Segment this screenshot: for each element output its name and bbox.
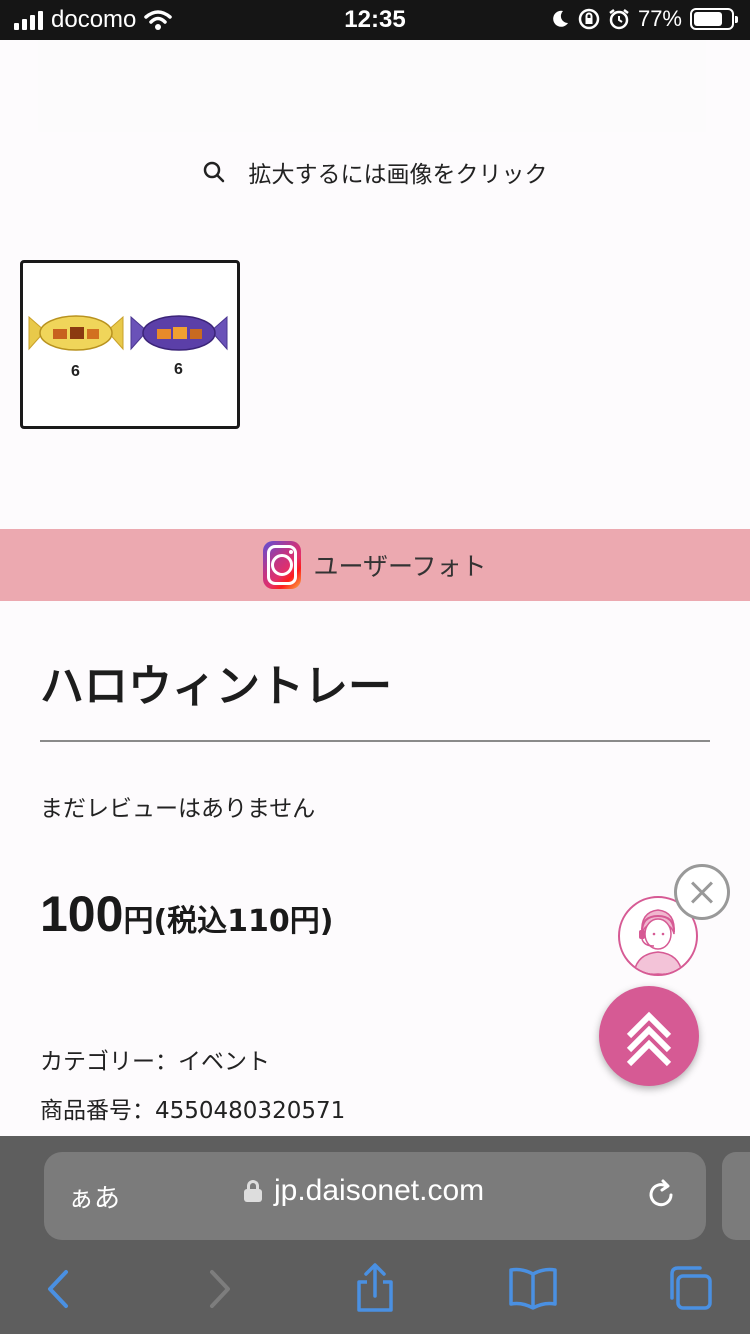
url-text: jp.daisonet.com xyxy=(274,1174,485,1207)
next-tab-preview[interactable] xyxy=(722,1152,750,1240)
page-settings-button[interactable]: ぁあ xyxy=(68,1178,120,1215)
zoom-hint-label: 拡大するには画像をクリック xyxy=(248,162,548,188)
scroll-to-top-button[interactable] xyxy=(599,986,699,1086)
battery-percent: 77% xyxy=(637,6,682,31)
share-icon[interactable] xyxy=(354,1262,396,1314)
title-divider xyxy=(40,740,710,742)
battery-icon xyxy=(690,8,738,30)
browser-bottom-bar: ぁあ jp.daisonet.com xyxy=(0,1136,750,1334)
moon-icon xyxy=(553,10,568,27)
forward-chevron-icon[interactable] xyxy=(206,1268,234,1310)
search-icon xyxy=(203,161,224,183)
close-icon[interactable] xyxy=(674,864,730,920)
thumbnail-count-right: 6 xyxy=(174,361,183,378)
item-number-line: 商品番号：4550480320571 xyxy=(40,1098,346,1124)
image-area xyxy=(38,40,706,132)
instagram-icon xyxy=(263,541,302,589)
product-thumbnail[interactable]: 6 6 xyxy=(20,260,240,429)
double-chevron-up-icon xyxy=(626,1011,672,1067)
browser-toolbar xyxy=(0,1254,750,1324)
review-status: まだレビューはありません xyxy=(40,796,316,822)
price-tax-included: (税込110円) xyxy=(153,904,334,939)
price-currency: 円 xyxy=(123,904,154,939)
lock-icon xyxy=(244,1180,262,1202)
back-chevron-icon[interactable] xyxy=(44,1268,72,1310)
user-photo-label: ユーザーフォト xyxy=(313,552,487,581)
thumbnail-count-left: 6 xyxy=(71,363,80,380)
orientation-lock-icon xyxy=(578,8,600,30)
status-right: 77% xyxy=(550,6,738,32)
url-display[interactable]: jp.daisonet.com xyxy=(244,1174,484,1208)
candy-tray-image xyxy=(28,315,228,351)
alarm-icon xyxy=(609,9,629,30)
price: 100 円 (税込110円) xyxy=(40,885,333,943)
address-bar[interactable]: ぁあ jp.daisonet.com xyxy=(44,1152,706,1240)
tabs-icon[interactable] xyxy=(666,1264,714,1312)
book-icon[interactable] xyxy=(508,1266,558,1310)
reload-icon[interactable] xyxy=(644,1178,678,1212)
category-line: カテゴリー：イベント xyxy=(40,1049,270,1075)
status-bar: docomo 12:35 77% xyxy=(0,0,750,40)
price-amount: 100 xyxy=(40,886,124,942)
product-title: ハロウィントレー xyxy=(40,661,392,712)
user-photo-button[interactable]: ユーザーフォト xyxy=(0,529,750,601)
zoom-hint[interactable]: 拡大するには画像をクリック xyxy=(0,155,750,189)
